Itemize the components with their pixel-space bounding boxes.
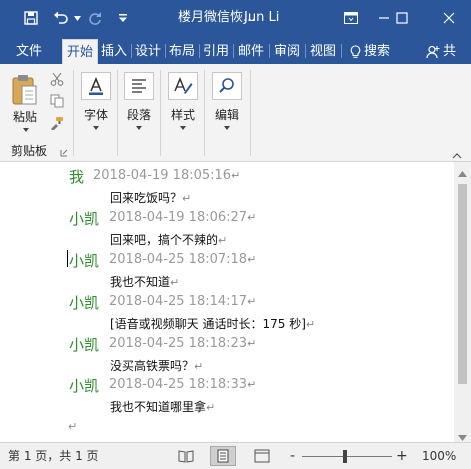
save-icon[interactable] — [20, 0, 42, 36]
zoom-in-button[interactable]: + — [396, 443, 408, 469]
ribbon-home: 粘贴 剪贴板 字体 段落 样式 编辑 — [0, 64, 471, 162]
message-time: 2018-04-25 18:18:23↵ — [109, 336, 257, 351]
message-text: [语音或视频聊天 通话时长：175 秒]↵ — [110, 317, 316, 331]
paragraph-dropdown-icon[interactable] — [136, 126, 142, 130]
text-cursor — [67, 250, 68, 267]
tab-file[interactable]: 文件 — [10, 39, 48, 64]
styles-dropdown-icon[interactable] — [180, 126, 186, 130]
message-time: 2018-04-25 18:07:18↵ — [109, 252, 257, 267]
sender-name: 我 — [69, 168, 85, 186]
message-text: 回来吧，搞个不辣的↵ — [110, 233, 228, 247]
undo-dropdown-icon[interactable] — [72, 0, 82, 36]
clipboard-dialog-launcher-icon[interactable] — [60, 146, 68, 157]
tell-me-search[interactable]: 搜索 — [344, 39, 396, 64]
font-label[interactable]: 字体 — [84, 106, 108, 123]
tab-mailings[interactable]: 邮件 — [234, 39, 268, 64]
styles-label[interactable]: 样式 — [171, 106, 195, 123]
tab-home[interactable]: 开始 — [62, 39, 98, 64]
styles-icon — [174, 77, 193, 94]
ribbon-tabs: 文件 开始 插入 设计 布局 引用 邮件 审阅 视图 搜索 共 — [0, 36, 471, 64]
group-separator — [73, 70, 74, 156]
message-time: 2018-04-25 18:18:33↵ — [109, 377, 257, 392]
customize-quick-access-icon[interactable] — [116, 0, 130, 36]
message-time: 2018-04-25 18:14:17↵ — [109, 294, 257, 309]
sender-name: 小凯 — [69, 252, 100, 270]
close-icon[interactable] — [436, 0, 462, 36]
undo-icon[interactable] — [50, 0, 72, 36]
paste-button[interactable] — [10, 72, 42, 110]
message-time: 2018-04-19 18:06:27↵ — [109, 210, 257, 225]
paragraph-icon — [132, 79, 146, 93]
group-separator — [250, 70, 251, 156]
tab-references[interactable]: 引用 — [200, 39, 232, 64]
sender-name: 小凯 — [69, 336, 100, 354]
scroll-up-icon[interactable] — [458, 166, 467, 180]
message-text: 我也不知道↵ — [110, 275, 180, 289]
paste-dropdown-icon[interactable] — [23, 128, 29, 132]
group-separator — [204, 70, 205, 156]
tab-review[interactable]: 审阅 — [270, 39, 304, 64]
maximize-icon[interactable] — [390, 0, 414, 36]
lightbulb-icon — [350, 44, 361, 58]
font-button[interactable] — [81, 72, 111, 100]
scrollbar-thumb[interactable] — [458, 184, 467, 384]
paste-icon — [12, 75, 37, 105]
tab-separator — [341, 44, 342, 58]
message-text: 我也不知道哪里拿↵ — [110, 400, 216, 414]
format-painter-icon[interactable] — [50, 116, 66, 132]
sender-name: 小凯 — [69, 210, 100, 228]
font-icon — [89, 77, 103, 95]
zoom-slider-thumb[interactable] — [343, 450, 347, 463]
share-label: 共 — [443, 44, 457, 59]
share-person-icon — [426, 45, 440, 58]
zoom-level[interactable]: 100% — [422, 443, 456, 469]
share-button[interactable]: 共 — [426, 39, 471, 64]
ribbon-display-options-icon[interactable] — [339, 0, 363, 36]
document-page[interactable]: 我 2018-04-19 18:05:16↵ 回来吃饭吗？↵ 小凯 2018-0… — [0, 162, 471, 442]
collapse-ribbon-icon[interactable] — [452, 148, 462, 159]
user-name[interactable]: Jun Li — [244, 0, 279, 36]
group-separator — [117, 70, 118, 156]
paragraph-mark: ↵ — [68, 420, 78, 433]
message-time: 2018-04-19 18:05:16↵ — [93, 168, 241, 183]
sender-name: 小凯 — [69, 294, 100, 312]
message-text: 没买高铁票吗？↵ — [110, 359, 204, 373]
editing-label[interactable]: 编辑 — [215, 106, 239, 123]
zoom-slider-track[interactable] — [302, 456, 392, 457]
group-separator — [160, 70, 161, 156]
title-bar: 楼月微信恢... Jun Li — [0, 0, 471, 36]
zoom-out-button[interactable]: - — [290, 443, 295, 469]
tab-layout[interactable]: 布局 — [166, 39, 198, 64]
message-text: 回来吃饭吗？↵ — [110, 191, 192, 205]
read-mode-icon[interactable] — [178, 449, 194, 466]
paste-label[interactable]: 粘贴 — [13, 108, 37, 125]
clipboard-group-label: 剪贴板 — [11, 144, 48, 158]
font-dropdown-icon[interactable] — [93, 126, 99, 130]
web-layout-icon[interactable] — [254, 449, 270, 466]
print-layout-button[interactable] — [210, 446, 236, 466]
tab-design[interactable]: 设计 — [132, 39, 164, 64]
print-layout-icon — [217, 449, 229, 463]
paragraph-label[interactable]: 段落 — [127, 106, 151, 123]
tab-view[interactable]: 视图 — [306, 39, 340, 64]
paragraph-button[interactable] — [124, 72, 154, 100]
vertical-scrollbar[interactable] — [454, 162, 471, 442]
sender-name: 小凯 — [69, 377, 100, 395]
styles-button[interactable] — [168, 72, 198, 100]
editing-button[interactable] — [212, 72, 242, 100]
editing-dropdown-icon[interactable] — [224, 126, 230, 130]
copy-icon[interactable] — [50, 94, 66, 110]
redo-icon[interactable] — [86, 0, 104, 36]
search-label: 搜索 — [363, 44, 390, 59]
tab-insert[interactable]: 插入 — [98, 39, 130, 64]
page-count[interactable]: 第 1 页，共 1 页 — [8, 443, 99, 469]
find-magnifier-icon — [219, 78, 234, 93]
status-bar: 第 1 页，共 1 页 - + 100% — [0, 442, 471, 469]
cut-icon[interactable] — [50, 72, 66, 88]
